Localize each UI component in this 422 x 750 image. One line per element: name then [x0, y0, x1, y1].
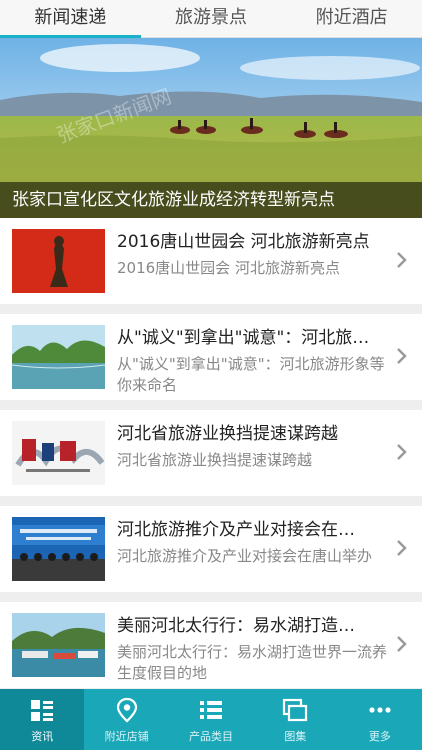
- chevron-right-icon: [397, 444, 407, 460]
- list-item[interactable]: 2016唐山世园会 河北旅游新亮点 2016唐山世园会 河北旅游新亮点: [0, 218, 422, 304]
- nav-label: 资讯: [31, 730, 54, 743]
- grid-list-icon: [31, 700, 54, 721]
- tab-news[interactable]: 新闻速递: [0, 0, 141, 38]
- nav-label: 附近店铺: [104, 730, 149, 743]
- tab-nearby-hotels[interactable]: 附近酒店: [281, 0, 422, 37]
- nav-product-categories[interactable]: 产品类目: [169, 689, 253, 750]
- tab-attractions[interactable]: 旅游景点: [141, 0, 282, 37]
- sculpture-image: [12, 229, 105, 293]
- boats-image: [12, 613, 105, 677]
- news-title: 2016唐山世园会 河北旅游新亮点: [117, 232, 370, 252]
- conference-image: [12, 517, 105, 581]
- nav-news[interactable]: 资讯: [0, 689, 85, 750]
- chevron-right-icon: [397, 348, 407, 364]
- lake-image: [12, 325, 105, 389]
- news-title: 从"诚义"到拿出"诚意"：河北旅…: [117, 328, 370, 348]
- news-desc: 河北旅游推介及产业对接会在唐山举办: [117, 547, 373, 565]
- news-thumbnail: [12, 421, 105, 485]
- bottom-nav: 资讯 附近店铺 产品类目 图集 更多: [0, 689, 422, 750]
- news-thumbnail: [12, 229, 105, 293]
- gallery-icon: [283, 698, 308, 722]
- news-desc: 美丽河北太行行：易水湖打造世界一流养生度假目的地: [117, 643, 388, 682]
- list-item[interactable]: 从"诚义"到拿出"诚意"：河北旅… 从"诚义"到拿出"诚意"：河北旅游形象等你来…: [0, 314, 422, 400]
- hebei-logo-image: [12, 421, 105, 485]
- list-item[interactable]: 河北旅游推介及产业对接会在… 河北旅游推介及产业对接会在唐山举办: [0, 506, 422, 592]
- news-desc: 河北省旅游业换挡提速谋跨越: [117, 451, 313, 469]
- news-desc: 从"诚义"到拿出"诚意"：河北旅游形象等你来命名: [117, 355, 385, 394]
- nav-label: 图集: [284, 730, 307, 743]
- news-thumbnail: [12, 517, 105, 581]
- banner-caption: 张家口宣化区文化旅游业成经济转型新亮点: [0, 182, 422, 218]
- top-tab-bar: 新闻速递 旅游景点 附近酒店: [0, 0, 422, 38]
- news-title: 美丽河北太行行：易水湖打造…: [117, 616, 355, 636]
- news-thumbnail: [12, 613, 105, 677]
- list-icon: [200, 701, 223, 719]
- nav-label: 更多: [368, 730, 391, 743]
- location-pin-icon: [116, 697, 137, 723]
- more-icon: [369, 707, 391, 713]
- nav-more[interactable]: 更多: [338, 689, 422, 750]
- chevron-right-icon: [397, 636, 407, 652]
- news-list: 2016唐山世园会 河北旅游新亮点 2016唐山世园会 河北旅游新亮点 从"诚义…: [0, 218, 422, 689]
- nav-label: 产品类目: [189, 730, 234, 743]
- featured-banner[interactable]: 张家口新闻网 张家口宣化区文化旅游业成经济转型新亮点: [0, 38, 422, 218]
- list-item[interactable]: 河北省旅游业换挡提速谋跨越 河北省旅游业换挡提速谋跨越: [0, 410, 422, 496]
- news-title: 河北旅游推介及产业对接会在…: [117, 520, 355, 540]
- nav-gallery[interactable]: 图集: [253, 689, 337, 750]
- list-item[interactable]: 美丽河北太行行：易水湖打造… 美丽河北太行行：易水湖打造世界一流养生度假目的地: [0, 602, 422, 688]
- news-desc: 2016唐山世园会 河北旅游新亮点: [117, 259, 340, 277]
- chevron-right-icon: [397, 540, 407, 556]
- news-title: 河北省旅游业换挡提速谋跨越: [117, 424, 338, 444]
- chevron-right-icon: [397, 252, 407, 268]
- news-thumbnail: [12, 325, 105, 389]
- nav-nearby-shops[interactable]: 附近店铺: [84, 689, 168, 750]
